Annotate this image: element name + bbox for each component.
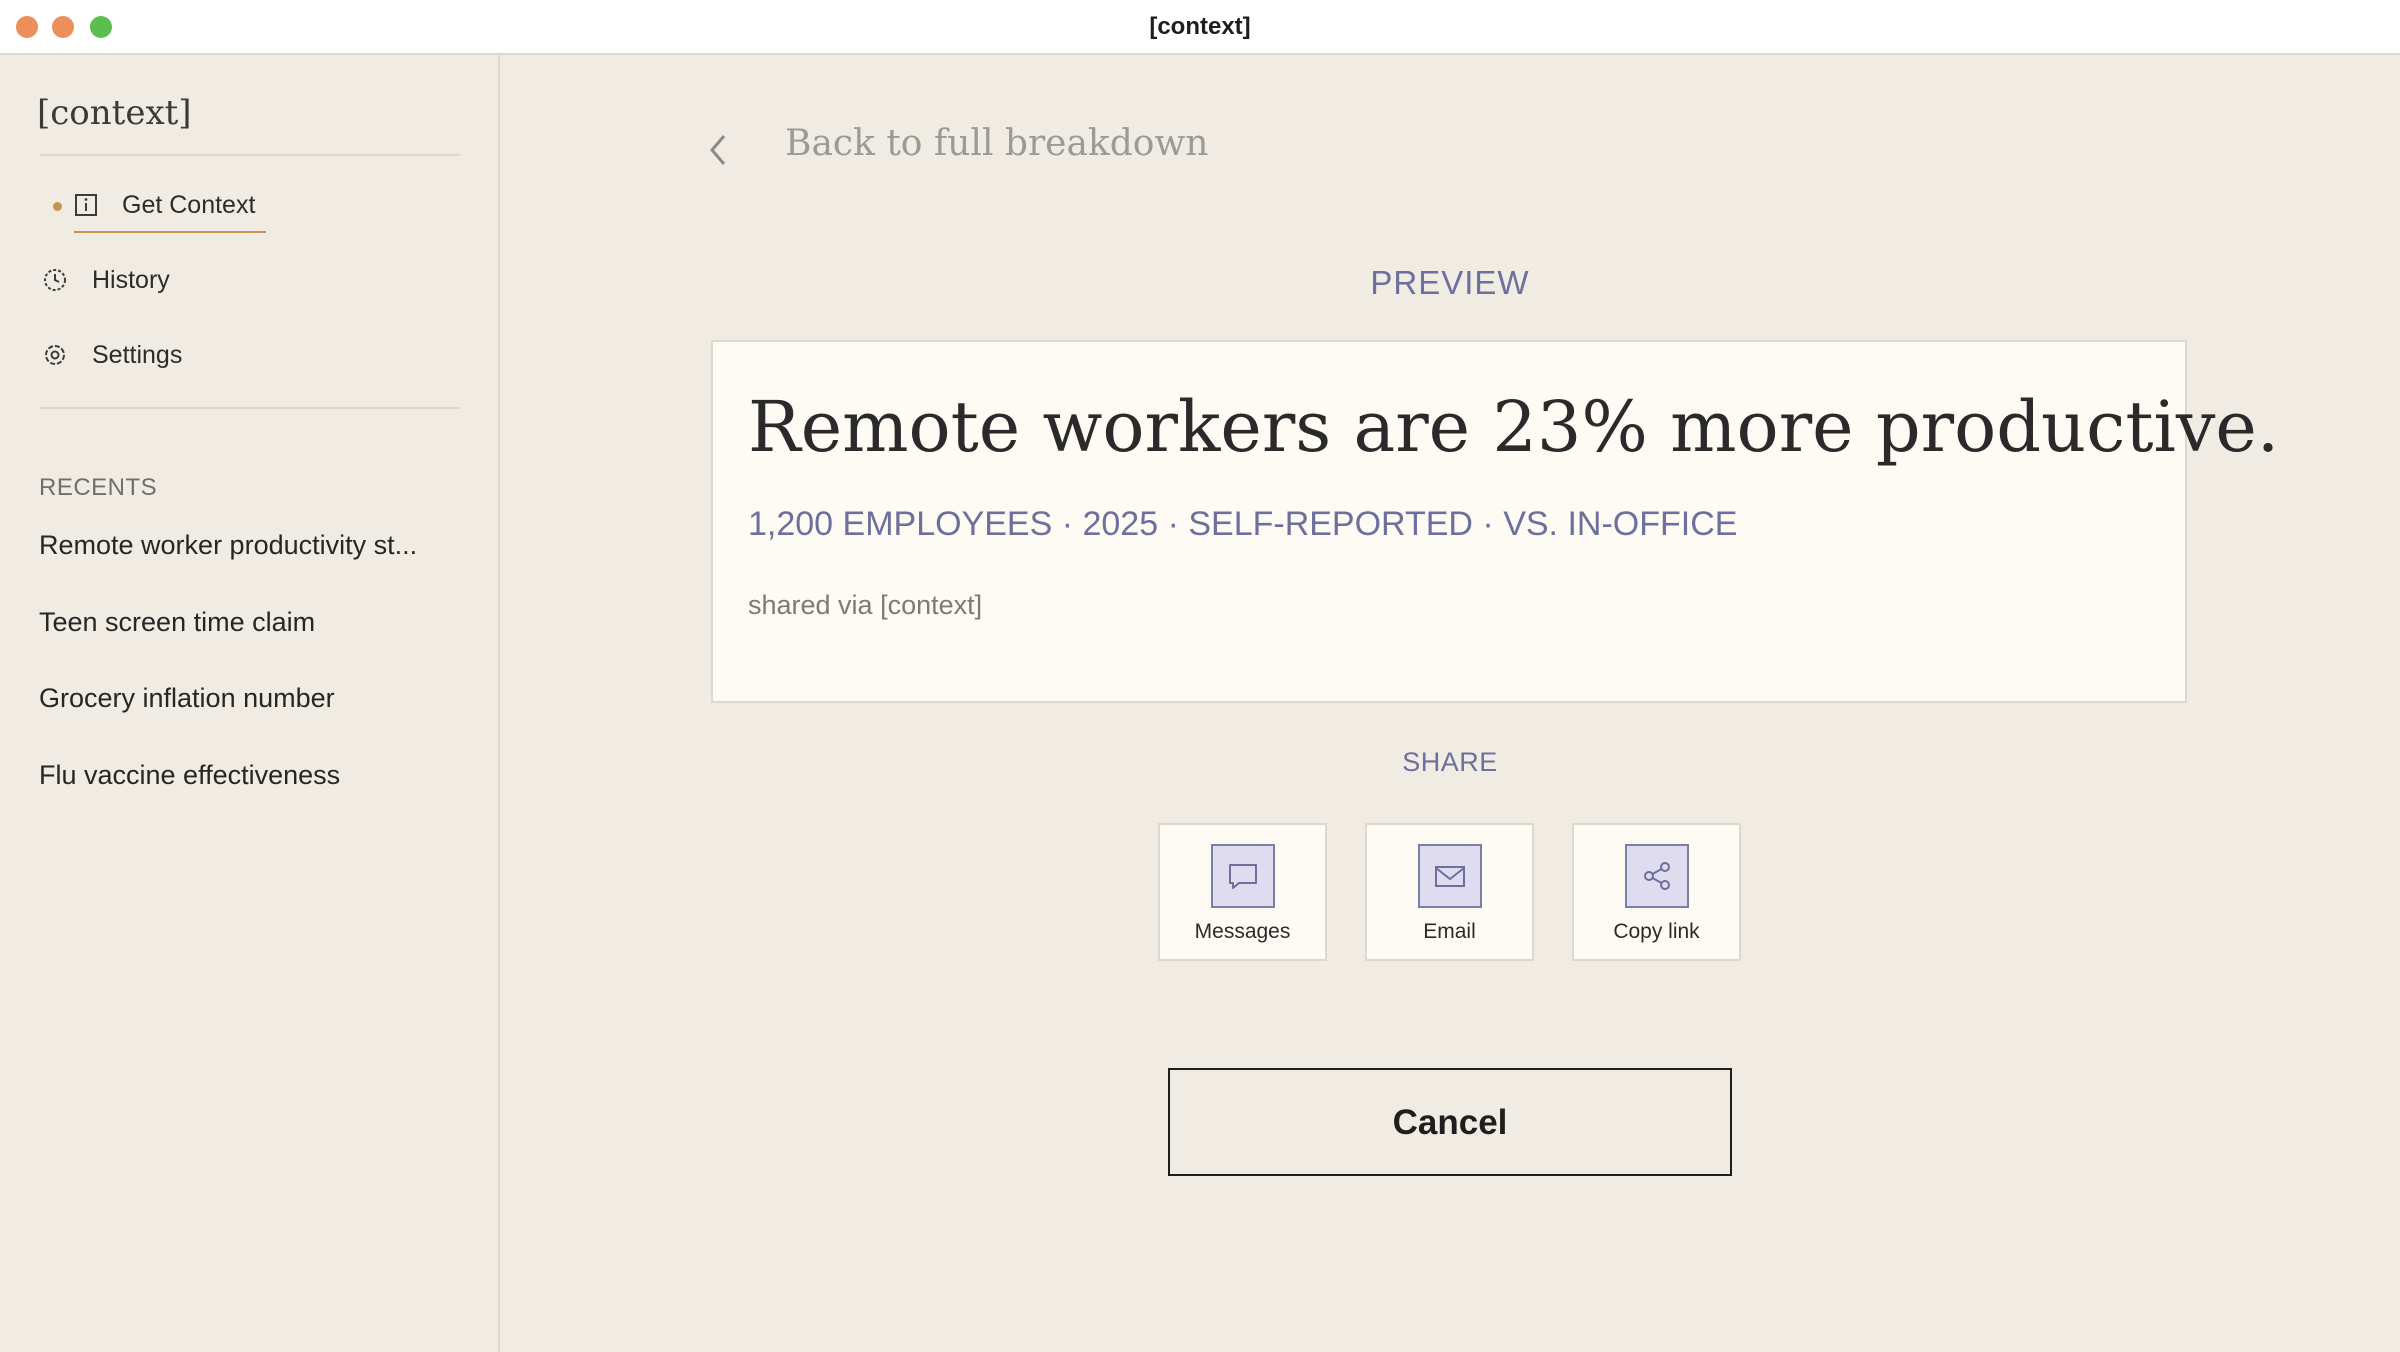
active-underline (74, 231, 266, 233)
message-bubble-icon (1229, 864, 1257, 889)
share-messages-label: Messages (1194, 920, 1291, 943)
share-label: SHARE (1402, 747, 1498, 777)
nav-item-settings[interactable]: Settings (40, 332, 460, 376)
recent-item[interactable]: Remote worker productivity st... (39, 530, 417, 561)
preview-label: PREVIEW (1370, 264, 1530, 301)
app-window: [context] [context] Get Context History (0, 0, 2400, 1352)
back-to-breakdown-link[interactable]: Back to full breakdown (785, 123, 1208, 164)
info-square-icon (75, 194, 97, 216)
recent-item[interactable]: Flu vaccine effectiveness (39, 760, 340, 791)
share-link-icon-box (1625, 844, 1689, 908)
preview-headline: Remote workers are 23% more productive. (748, 386, 2280, 468)
sidebar: [context] Get Context History Settings R… (0, 55, 500, 1352)
nav-label-history: History (92, 266, 170, 294)
gear-icon (45, 345, 65, 365)
active-indicator-dot (53, 202, 62, 211)
envelope-icon-box (1418, 844, 1482, 908)
cancel-button-label: Cancel (1392, 1103, 1508, 1142)
nav-label-settings: Settings (92, 341, 183, 369)
share-messages-button[interactable]: Messages (1158, 823, 1327, 961)
nav-item-history[interactable]: History (40, 257, 460, 301)
nav-label-get-context: Get Context (122, 191, 256, 219)
window-title: [context] (1149, 13, 1251, 40)
preview-card: Remote workers are 23% more productive. … (711, 340, 2279, 703)
share-email-button[interactable]: Email (1365, 823, 1534, 961)
recent-item[interactable]: Teen screen time claim (39, 607, 315, 638)
shared-via-text: shared via [context] (748, 590, 983, 620)
share-link-icon (1644, 862, 1670, 890)
title-bar: [context] (0, 0, 2400, 55)
main-content: Back to full breakdown PREVIEW Remote wo… (500, 55, 2400, 1352)
sidebar-divider (40, 154, 460, 156)
message-bubble-icon-box (1211, 844, 1275, 908)
recents-heading: RECENTS (39, 474, 158, 501)
recent-item[interactable]: Grocery inflation number (39, 683, 335, 714)
share-email-label: Email (1423, 920, 1476, 943)
copy-link-label: Copy link (1613, 920, 1700, 943)
copy-link-button[interactable]: Copy link (1572, 823, 1741, 961)
chevron-left-icon[interactable] (704, 130, 730, 170)
envelope-icon (1435, 866, 1465, 887)
brand-logo: [context] (37, 93, 192, 133)
sidebar-divider (40, 407, 460, 409)
preview-meta: 1,200 EMPLOYEES · 2025 · SELF-REPORTED ·… (748, 505, 1738, 543)
clock-icon (44, 269, 66, 291)
nav-item-get-context[interactable]: Get Context (40, 182, 460, 233)
cancel-button[interactable]: Cancel (1168, 1068, 1732, 1176)
